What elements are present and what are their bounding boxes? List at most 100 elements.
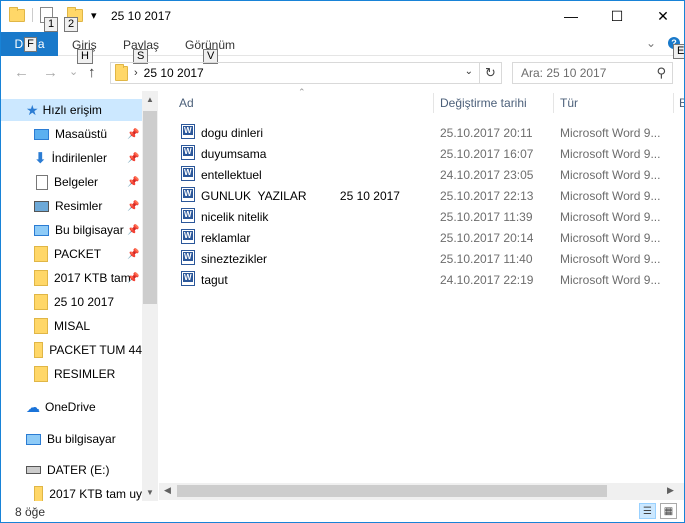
back-button[interactable]: ← [14, 64, 29, 81]
pin-icon[interactable]: 📌 [127, 249, 139, 260]
search-icon[interactable]: ⚲ [656, 65, 666, 81]
sidebar-item-onedrive[interactable]: ☁ OneDrive [1, 396, 142, 418]
address-dropdown-icon[interactable]: ⌄ [465, 66, 473, 77]
word-document-icon [181, 250, 195, 265]
sidebar-item-2017-ktb-tam-uy[interactable]: 2017 KTB tam uy [1, 483, 142, 501]
scroll-right-icon[interactable]: ▶ [667, 485, 674, 496]
sidebar-item-quick-access[interactable]: ★ Hızlı erişim [1, 99, 142, 121]
address-bar[interactable]: › 25 10 2017 ⌄ [110, 62, 480, 84]
sidebar-item-packet[interactable]: PACKET 📌 [1, 243, 142, 265]
ribbon-collapse-icon[interactable]: ⌄ [646, 36, 656, 50]
column-header-size[interactable]: B [679, 91, 684, 115]
forward-button[interactable]: → [43, 64, 58, 81]
sidebar-item-this-pc-pinned[interactable]: Bu bilgisayar 📌 [1, 219, 142, 241]
file-tab-label-start: D [14, 37, 24, 51]
file-name: entellektuel [201, 168, 262, 182]
file-row[interactable]: entellektuel 24.10.2017 23:05 Microsoft … [159, 164, 684, 185]
item-count: 8 öğe [15, 505, 46, 519]
sidebar-item-label: Resimler [55, 199, 103, 213]
sidebar-item-label: Bu bilgisayar [47, 432, 116, 446]
navigation-pane: ★ Hızlı erişim Masaüstü 📌 ⬇ İndirilenler… [1, 91, 158, 501]
word-document-icon [181, 187, 195, 202]
sidebar-scrollbar-thumb[interactable] [143, 111, 157, 304]
word-document-icon [181, 208, 195, 223]
sidebar-item-downloads[interactable]: ⬇ İndirilenler 📌 [1, 147, 142, 169]
file-row[interactable]: duyumsama 25.10.2017 16:07 Microsoft Wor… [159, 143, 684, 164]
sort-ascending-icon: ⌃ [298, 87, 306, 97]
file-row[interactable]: reklamlar 25.10.2017 20:14 Microsoft Wor… [159, 227, 684, 248]
pin-icon[interactable]: 📌 [127, 201, 139, 212]
file-row[interactable]: dogu dinleri 25.10.2017 20:11 Microsoft … [159, 122, 684, 143]
sidebar-item-resimler-folder[interactable]: RESIMLER [1, 363, 142, 385]
file-row[interactable]: tagut 24.10.2017 22:19 Microsoft Word 9.… [159, 269, 684, 290]
sidebar-item-packet-tum-44[interactable]: PACKET TUM 44 [1, 339, 142, 361]
file-name: sineztezikler [201, 252, 268, 266]
breadcrumb-current[interactable]: 25 10 2017 [144, 66, 204, 80]
file-name: duyumsama [201, 147, 267, 161]
documents-icon [36, 174, 48, 190]
sidebar-item-label: OneDrive [45, 400, 96, 414]
column-header-type[interactable]: Tür [560, 91, 578, 115]
sidebar-item-drive-e[interactable]: DATER (E:) [1, 459, 142, 481]
sidebar-item-label: DATER (E:) [47, 463, 110, 477]
pin-icon[interactable]: 📌 [127, 273, 139, 284]
sidebar-item-2017-ktb-tam[interactable]: 2017 KTB tam 📌 [1, 267, 142, 289]
sidebar-item-misal[interactable]: MISAL [1, 315, 142, 337]
file-list: ⌃ Ad Değiştirme tarihi Tür B dogu dinler… [159, 87, 684, 501]
qat-dropdown-icon[interactable]: ▾ [91, 9, 97, 22]
sidebar-item-label: Hızlı erişim [42, 103, 102, 117]
tab-file[interactable]: D F a [1, 32, 58, 56]
computer-icon [34, 224, 49, 236]
refresh-button[interactable]: ↻ [480, 62, 502, 84]
scroll-down-icon[interactable]: ▼ [146, 488, 154, 497]
sidebar-item-desktop[interactable]: Masaüstü 📌 [1, 123, 142, 145]
search-input[interactable]: Ara: 25 10 2017 ⚲ [512, 62, 673, 84]
sidebar-item-label: İndirilenler [51, 151, 107, 165]
file-row[interactable]: nicelik nitelik 25.10.2017 11:39 Microso… [159, 206, 684, 227]
folder-icon [34, 270, 48, 286]
column-header-modified[interactable]: Değiştirme tarihi [440, 91, 527, 115]
column-header-name[interactable]: Ad [179, 91, 194, 115]
window-title: 25 10 2017 [111, 9, 172, 23]
navigation-bar: ← → ⌄ ↑ › 25 10 2017 ⌄ ↻ Ara: 25 10 2017… [1, 57, 684, 90]
sidebar-item-25-10-2017[interactable]: 25 10 2017 [1, 291, 142, 313]
pin-icon[interactable]: 📌 [127, 153, 139, 164]
sidebar-item-pictures[interactable]: Resimler 📌 [1, 195, 142, 217]
file-modified: 24.10.2017 22:19 [440, 273, 534, 287]
sidebar-item-label: PACKET [54, 247, 102, 261]
minimize-button[interactable]: — [548, 1, 594, 31]
title-bar: ▾ 1 2 25 10 2017 — ☐ ✕ [1, 1, 684, 32]
recent-locations-icon[interactable]: ⌄ [69, 65, 78, 78]
word-document-icon [181, 271, 195, 286]
details-view-button[interactable]: ☰ [639, 503, 656, 519]
sidebar-item-this-pc[interactable]: Bu bilgisayar [1, 428, 142, 450]
column-divider[interactable] [553, 93, 554, 113]
scroll-up-icon[interactable]: ▲ [146, 95, 154, 104]
close-button[interactable]: ✕ [640, 1, 684, 31]
sidebar-item-label: MISAL [54, 319, 91, 333]
horizontal-scrollbar[interactable]: ◀ ▶ [159, 483, 684, 500]
breadcrumb-separator[interactable]: › [134, 67, 138, 79]
scroll-left-icon[interactable]: ◀ [164, 485, 171, 496]
file-type: Microsoft Word 9... [560, 126, 661, 140]
file-type: Microsoft Word 9... [560, 252, 661, 266]
file-modified: 25.10.2017 11:40 [440, 252, 533, 266]
horizontal-scrollbar-thumb[interactable] [177, 485, 607, 497]
large-icons-view-button[interactable]: ▦ [660, 503, 677, 519]
pin-icon[interactable]: 📌 [127, 129, 139, 140]
maximize-button[interactable]: ☐ [594, 1, 640, 31]
up-button[interactable]: ↑ [88, 64, 96, 81]
pin-icon[interactable]: 📌 [127, 177, 139, 188]
pin-icon[interactable]: 📌 [127, 225, 139, 236]
file-row[interactable]: sineztezikler 25.10.2017 11:40 Microsoft… [159, 248, 684, 269]
sidebar-item-documents[interactable]: Belgeler 📌 [1, 171, 142, 193]
file-row[interactable]: GUNLUK YAZILAR 25 10 2017 25.10.2017 22:… [159, 185, 684, 206]
word-document-icon [181, 229, 195, 244]
column-divider[interactable] [433, 93, 434, 113]
file-name: dogu dinleri [201, 126, 264, 140]
column-divider[interactable] [673, 93, 674, 113]
file-tab-label-end: a [37, 37, 45, 51]
downloads-icon: ⬇ [34, 150, 47, 167]
word-document-icon [181, 124, 195, 139]
file-type: Microsoft Word 9... [560, 273, 661, 287]
